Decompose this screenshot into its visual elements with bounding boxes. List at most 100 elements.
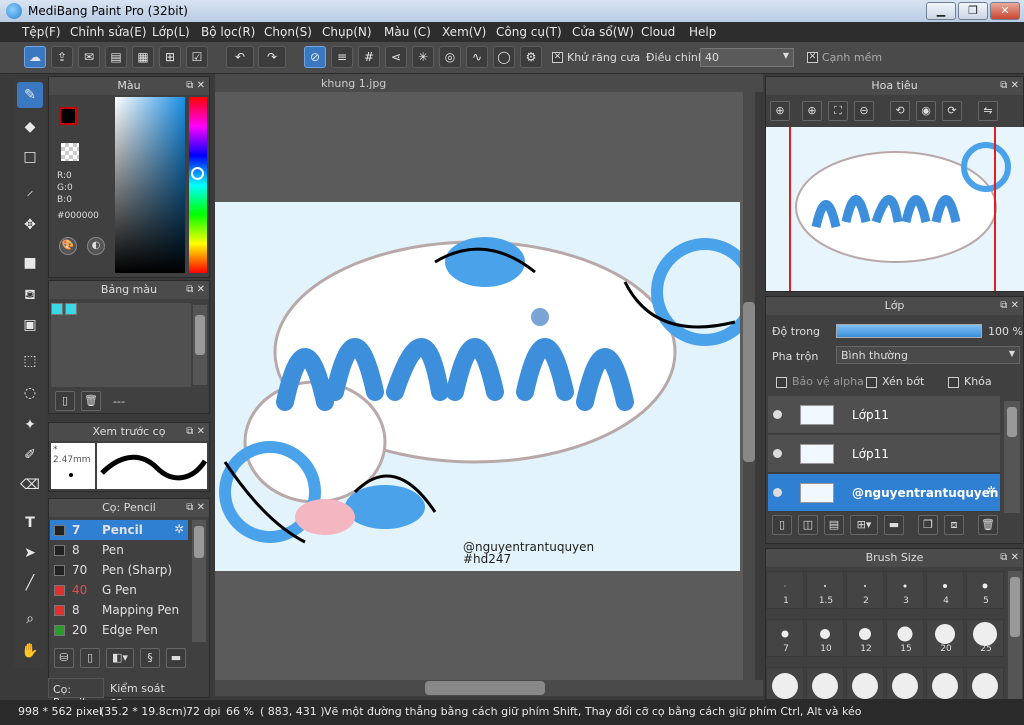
layer-row[interactable]: Lớp11 <box>768 435 1000 473</box>
fit-icon[interactable]: ⛶ <box>828 101 848 121</box>
move-tool-icon[interactable]: ✥ <box>17 212 43 238</box>
fill-rect-tool-icon[interactable]: ■ <box>17 250 43 276</box>
brush-item-pen-sharp[interactable]: 70 Pen (Sharp) <box>50 560 188 580</box>
grid-icon[interactable]: ⊞ <box>159 46 181 68</box>
radial-snap-icon[interactable]: ✳ <box>412 46 434 68</box>
protect-alpha-checkbox[interactable] <box>776 377 787 388</box>
panel-close-icon[interactable]: ⧉ ✕ <box>1000 77 1019 95</box>
rectangle-tool-icon[interactable]: □ <box>17 144 43 170</box>
tab-brush-control[interactable]: Kiểm soát cọ <box>106 678 172 708</box>
redo-icon[interactable]: ↷ <box>258 46 286 68</box>
menu-color[interactable]: Màu (C) <box>384 25 431 39</box>
layer-row[interactable]: Lớp11 <box>768 396 1000 434</box>
brush-size-10[interactable]: 10 <box>806 619 844 657</box>
brush-tool-icon[interactable]: ✎ <box>17 82 43 108</box>
bucket-tool-icon[interactable]: ⛾ <box>17 282 43 308</box>
brush-item-edge-pen[interactable]: 20 Edge Pen <box>50 620 188 640</box>
cross-snap-icon[interactable]: # <box>358 46 380 68</box>
brush-list-scrollbar[interactable] <box>192 520 206 642</box>
vanishing-snap-icon[interactable]: ⋖ <box>385 46 407 68</box>
rotate-left-icon[interactable]: ⟲ <box>890 101 910 121</box>
new-palette-icon[interactable]: ▯ <box>55 391 75 411</box>
panel-close-icon[interactable]: ⧉ ✕ <box>186 499 205 517</box>
ellipse-snap-icon[interactable]: ◯ <box>493 46 515 68</box>
snap-off-icon[interactable]: ⊘ <box>304 46 326 68</box>
visibility-icon[interactable] <box>773 449 782 458</box>
brush-size-1-5[interactable]: 1.5 <box>806 571 844 609</box>
select-pen-icon[interactable]: ✐ <box>17 442 43 468</box>
menu-layer[interactable]: Lớp(L) <box>152 25 190 39</box>
rotate-right-icon[interactable]: ⟳ <box>942 101 962 121</box>
new-layer-icon[interactable]: ▯ <box>772 515 792 535</box>
upload-icon[interactable]: ⇪ <box>51 46 73 68</box>
navigator-preview[interactable] <box>766 127 1024 291</box>
brush-size-2[interactable]: 2 <box>846 571 884 609</box>
brush-size-7[interactable]: 7 <box>766 619 804 657</box>
adjust-select[interactable]: 40 ▼ <box>700 48 794 67</box>
visibility-icon[interactable] <box>773 488 782 497</box>
vertical-scrollbar[interactable] <box>743 92 755 680</box>
settings-gear-icon[interactable]: ⚙ <box>520 46 542 68</box>
menu-filter[interactable]: Bộ lọc(R) <box>201 25 255 39</box>
folder-icon[interactable]: ▬ <box>166 648 186 668</box>
zoom-in-icon[interactable]: ⊕ <box>770 101 790 121</box>
add-brush-icon[interactable]: ⛁ <box>54 648 74 668</box>
saturation-value-box[interactable] <box>115 97 185 273</box>
menu-tools[interactable]: Công cụ(T) <box>496 25 562 39</box>
brush-size-large[interactable] <box>806 667 844 699</box>
transparent-color[interactable] <box>61 143 79 161</box>
chat-icon[interactable]: ✉ <box>78 46 100 68</box>
folder-icon[interactable]: ▬ <box>884 515 904 535</box>
brush-size-large[interactable] <box>886 667 924 699</box>
zoom-magnify-icon[interactable]: ⊕ <box>802 101 822 121</box>
brush-size-1[interactable]: 1 <box>766 571 804 609</box>
horizontal-scrollbar[interactable] <box>215 680 763 696</box>
brush-size-15[interactable]: 15 <box>886 619 924 657</box>
brush-size-large[interactable] <box>766 667 804 699</box>
foreground-color[interactable] <box>59 107 77 125</box>
brush-size-5[interactable]: 5 <box>966 571 1004 609</box>
menu-file[interactable]: Tệp(F) <box>22 25 61 39</box>
cloud-icon[interactable]: ☁ <box>24 46 46 68</box>
palette-swatch[interactable] <box>65 303 77 315</box>
checklist-icon[interactable]: ☑ <box>186 46 208 68</box>
brush-size-4[interactable]: 4 <box>926 571 964 609</box>
curve-snap-icon[interactable]: ∿ <box>466 46 488 68</box>
operation-tool-icon[interactable]: ➤ <box>17 540 43 566</box>
select-eraser-icon[interactable]: ⌫ <box>17 472 43 498</box>
brush-size-3[interactable]: 3 <box>886 571 924 609</box>
panel-close-icon[interactable]: ⧉ ✕ <box>186 77 205 95</box>
dot-brush-icon[interactable]: ⸝ <box>17 178 43 204</box>
eraser-tool-icon[interactable]: ◆ <box>17 114 43 140</box>
visibility-icon[interactable] <box>773 410 782 419</box>
menu-cloud[interactable]: Cloud <box>641 25 675 39</box>
gear-icon[interactable]: ✲ <box>987 484 996 497</box>
document-icon[interactable]: ▦ <box>132 46 154 68</box>
menu-help[interactable]: Help <box>689 25 716 39</box>
palette-swatch[interactable] <box>51 303 63 315</box>
brush-item-pencil[interactable]: 7 Pencil ✲ <box>50 520 188 540</box>
eyedropper-tool-icon[interactable]: ⌕ <box>17 606 43 632</box>
hand-tool-icon[interactable]: ✋ <box>17 638 43 664</box>
tab-brush[interactable]: Cọ: Pencil <box>48 678 104 709</box>
magic-wand-icon[interactable]: ✦ <box>17 412 43 438</box>
select-rect-icon[interactable]: ⬚ <box>17 348 43 374</box>
parallel-snap-icon[interactable]: ≡ <box>331 46 353 68</box>
brush-size-large[interactable] <box>926 667 964 699</box>
comment-icon[interactable]: ▤ <box>105 46 127 68</box>
hue-handle[interactable] <box>191 167 204 180</box>
minimize-button[interactable]: ▁ <box>926 2 956 20</box>
hue-slider[interactable] <box>189 97 207 273</box>
panel-close-icon[interactable]: ⧉ ✕ <box>186 281 205 299</box>
palette-scrollbar[interactable] <box>193 305 207 385</box>
brush-size-large[interactable] <box>846 667 884 699</box>
canvas-area[interactable]: @nguyentrantuquyen #hd247 <box>215 92 755 680</box>
brush-settings-icon[interactable]: § <box>140 648 160 668</box>
add-layer-menu-icon[interactable]: ⊞▾ <box>850 515 878 535</box>
lock-checkbox[interactable] <box>948 377 959 388</box>
duplicate-layer-icon[interactable]: ❐ <box>918 515 938 535</box>
menu-select[interactable]: Chọn(S) <box>264 25 312 39</box>
text-tool-icon[interactable]: T <box>17 510 43 536</box>
antialias-checkbox[interactable]: ✕ <box>552 52 563 63</box>
new-halftone-layer-icon[interactable]: ◫ <box>798 515 818 535</box>
